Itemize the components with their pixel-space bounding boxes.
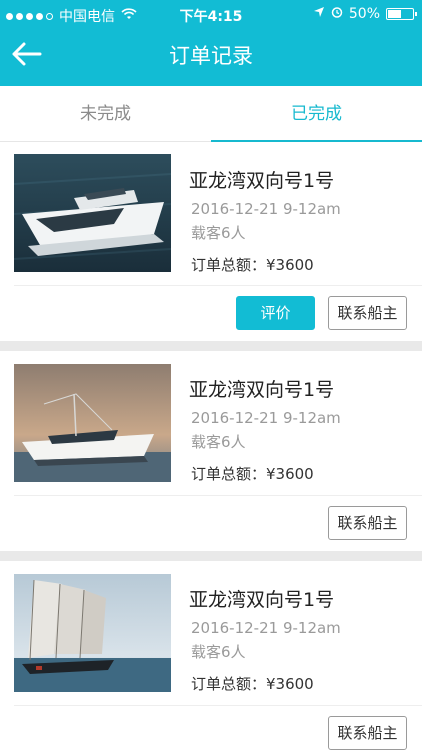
review-button[interactable]: 评价 xyxy=(236,296,315,330)
order-name: 亚龙湾双向号1号 xyxy=(189,589,335,611)
status-bar: 中国电信 下午4:15 50% xyxy=(0,0,422,30)
app-header: 中国电信 下午4:15 50% 订单记录 xyxy=(0,0,422,86)
battery-percent: 50% xyxy=(348,6,380,22)
order-total: 订单总额：¥3600 xyxy=(191,465,314,483)
order-total: 订单总额：¥3600 xyxy=(191,256,314,274)
page-title: 订单记录 xyxy=(169,44,253,68)
order-datetime: 2016-12-21 9-12am xyxy=(191,200,341,218)
sailboat-image xyxy=(14,574,171,692)
divider xyxy=(14,495,422,496)
order-tabs: 未完成 已完成 xyxy=(0,86,422,143)
order-datetime: 2016-12-21 9-12am xyxy=(191,409,341,427)
card-separator xyxy=(0,341,422,351)
battery-icon xyxy=(386,8,417,20)
order-passengers: 载客6人 xyxy=(191,643,246,661)
tab-incomplete[interactable]: 未完成 xyxy=(0,86,211,142)
alarm-icon xyxy=(331,6,343,22)
order-datetime: 2016-12-21 9-12am xyxy=(191,619,341,637)
contact-owner-button[interactable]: 联系船主 xyxy=(328,716,407,750)
order-card: 亚龙湾双向号1号 2016-12-21 9-12am 载客6人 订单总额：¥36… xyxy=(0,142,422,341)
tab-completed[interactable]: 已完成 xyxy=(211,86,422,143)
order-name: 亚龙湾双向号1号 xyxy=(189,379,335,401)
contact-owner-button[interactable]: 联系船主 xyxy=(328,506,407,540)
divider xyxy=(14,285,422,286)
divider xyxy=(14,705,422,706)
card-separator xyxy=(0,551,422,561)
yacht-image xyxy=(14,154,171,272)
order-passengers: 载客6人 xyxy=(191,433,246,451)
order-card: 亚龙湾双向号1号 2016-12-21 9-12am 载客6人 订单总额：¥36… xyxy=(0,561,422,750)
status-right: 50% xyxy=(313,6,417,22)
order-name: 亚龙湾双向号1号 xyxy=(189,170,335,192)
tab-completed-label: 已完成 xyxy=(291,104,342,124)
contact-owner-button[interactable]: 联系船主 xyxy=(328,296,407,330)
order-passengers: 载客6人 xyxy=(191,224,246,242)
order-card: 亚龙湾双向号1号 2016-12-21 9-12am 载客6人 订单总额：¥36… xyxy=(0,351,422,551)
yacht-image xyxy=(14,364,171,482)
order-total: 订单总额：¥3600 xyxy=(191,675,314,693)
location-arrow-icon xyxy=(313,6,325,22)
